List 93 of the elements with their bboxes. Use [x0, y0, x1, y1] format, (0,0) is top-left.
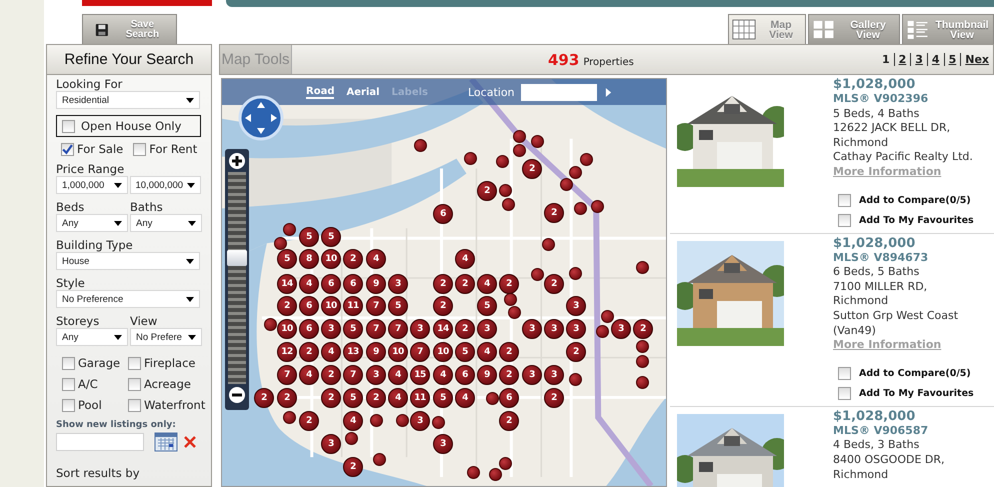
listing-address: 8400 OSGOODE DR, Richmond [833, 452, 946, 482]
play-icon[interactable] [604, 86, 612, 98]
price-dropdown[interactable]: 10,000,000 [130, 176, 201, 194]
checkbox[interactable] [62, 398, 75, 412]
checkbox-label: For Sale [77, 142, 124, 156]
caret-icon [187, 182, 195, 188]
caret-icon [186, 296, 194, 302]
calendar-icon[interactable] [154, 432, 178, 452]
zoom-track[interactable] [228, 172, 246, 384]
page-link[interactable]: 1 [878, 53, 894, 66]
page-link[interactable]: 5 [944, 53, 960, 66]
listing-mls-number: MLS® V902396 [833, 92, 930, 107]
listing-address: 12622 JACK BELL DR, Richmond [833, 121, 952, 150]
field-label: View [130, 314, 158, 328]
field-label: Show new listings only: [56, 420, 177, 430]
filter-dropdown[interactable]: House [56, 252, 200, 270]
sidebar-title: Refine Your Search [46, 44, 212, 75]
listing-agency: Cathay Pacific Realty Ltd. [833, 150, 974, 165]
map-style-tab[interactable]: Road [306, 86, 334, 98]
listing-rooms: 6 Beds, 5 Baths [833, 265, 920, 280]
caret-icon [186, 258, 194, 264]
page-link[interactable]: 3 [910, 53, 927, 66]
checkbox[interactable] [62, 378, 75, 390]
pan-control[interactable] [238, 95, 284, 141]
location-field[interactable] [520, 84, 597, 100]
price-dropdown[interactable]: 1,000,000 [56, 176, 128, 194]
field-label: Looking For [56, 77, 124, 91]
map-grid-icon [732, 19, 756, 40]
checkbox[interactable] [61, 142, 74, 156]
filter-dropdown[interactable]: No Preference [56, 290, 200, 308]
listing-address: 7100 MILLER RD, Richmond [833, 280, 928, 309]
grid-icon [812, 19, 836, 40]
checkbox[interactable] [838, 214, 851, 228]
checkbox-label: A/C [78, 377, 98, 391]
field-label: Building Type [56, 238, 134, 252]
listing-rooms: 5 Beds, 4 Baths [833, 106, 920, 122]
caret-icon [186, 98, 194, 102]
listing-rooms: 4 Beds, 3 Baths [833, 438, 920, 453]
checkbox[interactable] [133, 142, 146, 156]
listing-price: $1,028,000 [833, 236, 916, 251]
listing-mls-number: MLS® V906587 [833, 424, 930, 438]
checkbox-label: Add To My Favourites [859, 388, 974, 400]
zoom-in-icon[interactable] [228, 152, 246, 170]
checkbox-label: Waterfront [144, 398, 206, 412]
checkbox[interactable] [128, 398, 141, 412]
field-label: Storeys [56, 314, 100, 328]
checkbox[interactable] [128, 356, 141, 370]
listing-price: $1,028,000 [833, 78, 916, 92]
field-label: Beds [56, 200, 86, 214]
checkbox-label: Add To My Favourites [859, 215, 974, 226]
filter-dropdown[interactable]: Any [56, 214, 128, 232]
checkbox[interactable] [128, 378, 141, 390]
filter-dropdown[interactable]: No Prefere [130, 328, 202, 346]
date-field[interactable] [56, 433, 144, 451]
field-label: Price Range [56, 162, 126, 176]
checkbox-label: Acreage [144, 377, 191, 391]
map-style-tab[interactable]: Aerial [346, 86, 380, 98]
caret-icon [188, 220, 196, 226]
checkbox[interactable] [62, 120, 75, 132]
looking-for-dropdown[interactable]: Residential [56, 91, 200, 109]
field-label: Baths [130, 200, 164, 214]
caret-icon [114, 220, 122, 226]
page-link[interactable]: 2 [894, 53, 910, 66]
list-icon [906, 19, 930, 40]
field-label: Sort results by [56, 466, 141, 480]
page-link[interactable]: 4 [926, 53, 944, 66]
caret-icon [188, 334, 196, 340]
listing-mls-number: MLS® V894673 [833, 250, 930, 266]
checkbox-label: Garage [78, 356, 120, 370]
checkbox-label: For Rent [149, 142, 198, 156]
listing-agency: Sutton Grp West Coast (Van49) [833, 308, 960, 338]
checkbox-label: Add to Compare(0/5) [859, 195, 971, 206]
checkbox[interactable] [838, 194, 851, 208]
filter-dropdown[interactable]: Any [130, 214, 202, 232]
caret-icon [114, 182, 122, 188]
checkbox[interactable] [62, 356, 75, 370]
open-house-option[interactable]: Open House Only [56, 115, 201, 137]
location-label: Location [468, 86, 515, 98]
filter-dropdown[interactable]: Any [56, 328, 128, 346]
field-label: Style [56, 276, 86, 290]
checkbox[interactable] [838, 367, 851, 380]
listing-price: $1,028,000 [833, 410, 916, 424]
result-count: 493 [548, 50, 580, 68]
zoom-thumb[interactable] [227, 250, 247, 266]
zoom-out-icon[interactable] [228, 386, 246, 404]
page-link[interactable]: Nex [960, 53, 993, 66]
checkbox-label: Add to Compare(0/5) [859, 368, 971, 380]
clear-icon[interactable] [182, 434, 198, 450]
checkbox-label: Pool [78, 398, 102, 412]
result-count-label: Properties [583, 56, 634, 68]
caret-icon [114, 334, 122, 340]
checkbox[interactable] [838, 387, 851, 400]
checkbox-label: Fireplace [144, 356, 196, 370]
